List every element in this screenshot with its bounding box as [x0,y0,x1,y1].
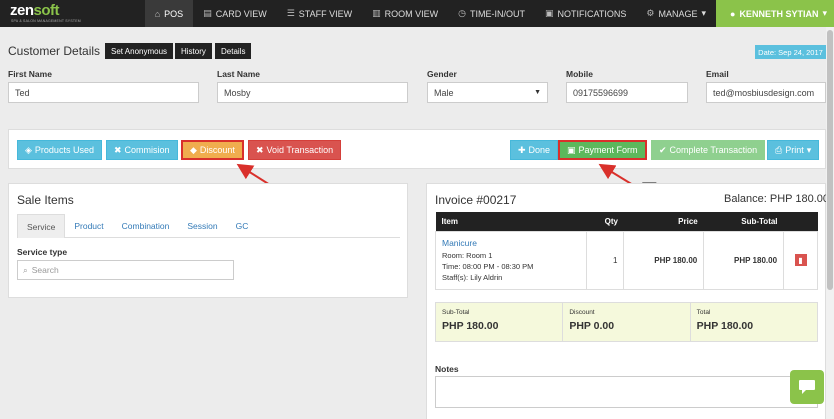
totals-discount: Discount PHP 0.00 [563,303,691,341]
tab-product[interactable]: Product [65,214,112,238]
search-icon: ⌕ [23,264,28,275]
subtotal-cell: PHP 180.00 [703,230,785,290]
chat-bubble-icon [799,380,815,394]
service-search-input[interactable]: ⌕ Search [17,260,234,280]
column-header-actions [783,212,818,231]
notes-label: Notes [435,364,459,374]
trash-icon[interactable]: ▮ [794,254,807,266]
column-header-subtotal: Sub-Total [703,212,784,231]
column-header-item: Item [435,212,586,231]
item-time: Time: 08:00 PM - 08:30 PM [442,261,534,271]
notes-textarea[interactable] [435,376,818,408]
totals-total: Total PHP 180.00 [696,309,754,332]
tab-session[interactable]: Session [178,214,226,238]
item-staff: Staff(s): Lily Aldrin [442,272,503,282]
qty-cell: 1 [585,230,625,290]
chat-button[interactable] [790,370,824,404]
price-cell: PHP 180.00 [623,230,705,290]
service-type-label: Service type [17,247,68,257]
tab-service[interactable]: Service [17,214,66,238]
sale-items-title: Sale Items [17,193,74,207]
tab-gc[interactable]: GC [227,214,258,238]
item-name-link[interactable]: Manicure [442,238,580,248]
invoice-totals: Sub-Total PHP 180.00 Discount PHP 0.00 T… [435,302,818,342]
column-header-qty: Qty [586,212,624,231]
item-room: Room: Room 1 [442,250,493,260]
actions-cell: ▮ [783,230,818,290]
table-row: Manicure Room: Room 1 Time: 08:00 PM - 0… [435,230,818,290]
sale-items-tabs: Service Product Combination Session GC [17,214,400,238]
invoice-number: Invoice #00217 [435,193,517,207]
table-header-row: Item Qty Price Sub-Total [435,212,818,231]
invoice-balance: Balance: PHP 180.00 [724,193,829,205]
item-cell: Manicure Room: Room 1 Time: 08:00 PM - 0… [435,230,587,290]
invoice-table: Item Qty Price Sub-Total Manicure Room: … [435,212,818,290]
scrollbar-thumb[interactable] [827,30,833,290]
tab-combination[interactable]: Combination [113,214,179,238]
totals-subtotal: Sub-Total PHP 180.00 [436,303,564,341]
column-header-price: Price [623,212,704,231]
